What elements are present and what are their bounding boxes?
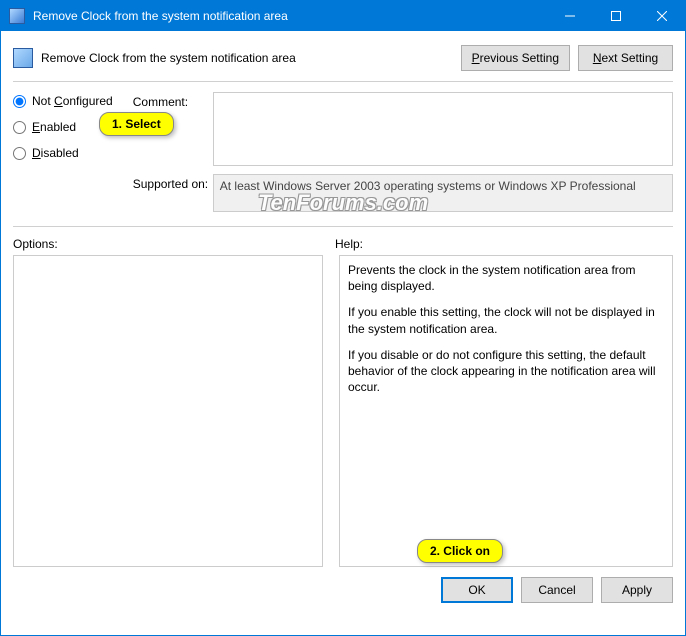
help-paragraph: If you disable or do not configure this … <box>348 347 664 396</box>
apply-button[interactable]: Apply <box>601 577 673 603</box>
options-label: Options: <box>13 237 335 251</box>
previous-setting-button[interactable]: Previous Setting <box>461 45 570 71</box>
content-area: Remove Clock from the system notificatio… <box>1 31 685 615</box>
lower-panes: Prevents the clock in the system notific… <box>13 255 673 567</box>
supported-on-value: At least Windows Server 2003 operating s… <box>213 174 673 212</box>
policy-icon <box>13 48 33 68</box>
titlebar-icon <box>9 8 25 24</box>
state-radios: Not Configured Enabled Disabled 1. Selec… <box>13 92 113 212</box>
comment-row: Comment: <box>133 92 673 166</box>
help-pane: Prevents the clock in the system notific… <box>339 255 673 567</box>
radio-not-configured[interactable]: Not Configured <box>13 94 113 108</box>
help-label: Help: <box>335 237 363 251</box>
cancel-button[interactable]: Cancel <box>521 577 593 603</box>
close-button[interactable] <box>639 1 685 31</box>
comment-supported-column: Comment: Supported on: At least Windows … <box>133 92 673 212</box>
state-area: Not Configured Enabled Disabled 1. Selec… <box>13 92 673 212</box>
separator <box>13 81 673 82</box>
hint-click: 2. Click on <box>417 539 503 563</box>
next-setting-button[interactable]: Next Setting <box>578 45 673 71</box>
minimize-button[interactable] <box>547 1 593 31</box>
ok-button[interactable]: OK <box>441 577 513 603</box>
window-title: Remove Clock from the system notificatio… <box>33 9 547 23</box>
maximize-button[interactable] <box>593 1 639 31</box>
help-paragraph: If you enable this setting, the clock wi… <box>348 304 664 336</box>
options-pane <box>13 255 323 567</box>
radio-enabled[interactable]: Enabled <box>13 120 113 134</box>
footer: 2. Click on OK Cancel Apply <box>13 577 673 603</box>
titlebar: Remove Clock from the system notificatio… <box>1 1 685 31</box>
supported-label: Supported on: <box>133 174 209 191</box>
comment-input[interactable] <box>213 92 673 166</box>
hint-select: 1. Select <box>99 112 174 136</box>
lower-labels: Options: Help: <box>13 237 673 251</box>
comment-label: Comment: <box>133 92 209 109</box>
setting-name: Remove Clock from the system notificatio… <box>41 51 453 65</box>
header-row: Remove Clock from the system notificatio… <box>13 39 673 71</box>
radio-disabled[interactable]: Disabled <box>13 146 113 160</box>
separator-2 <box>13 226 673 227</box>
help-paragraph: Prevents the clock in the system notific… <box>348 262 664 294</box>
supported-row: Supported on: At least Windows Server 20… <box>133 174 673 212</box>
